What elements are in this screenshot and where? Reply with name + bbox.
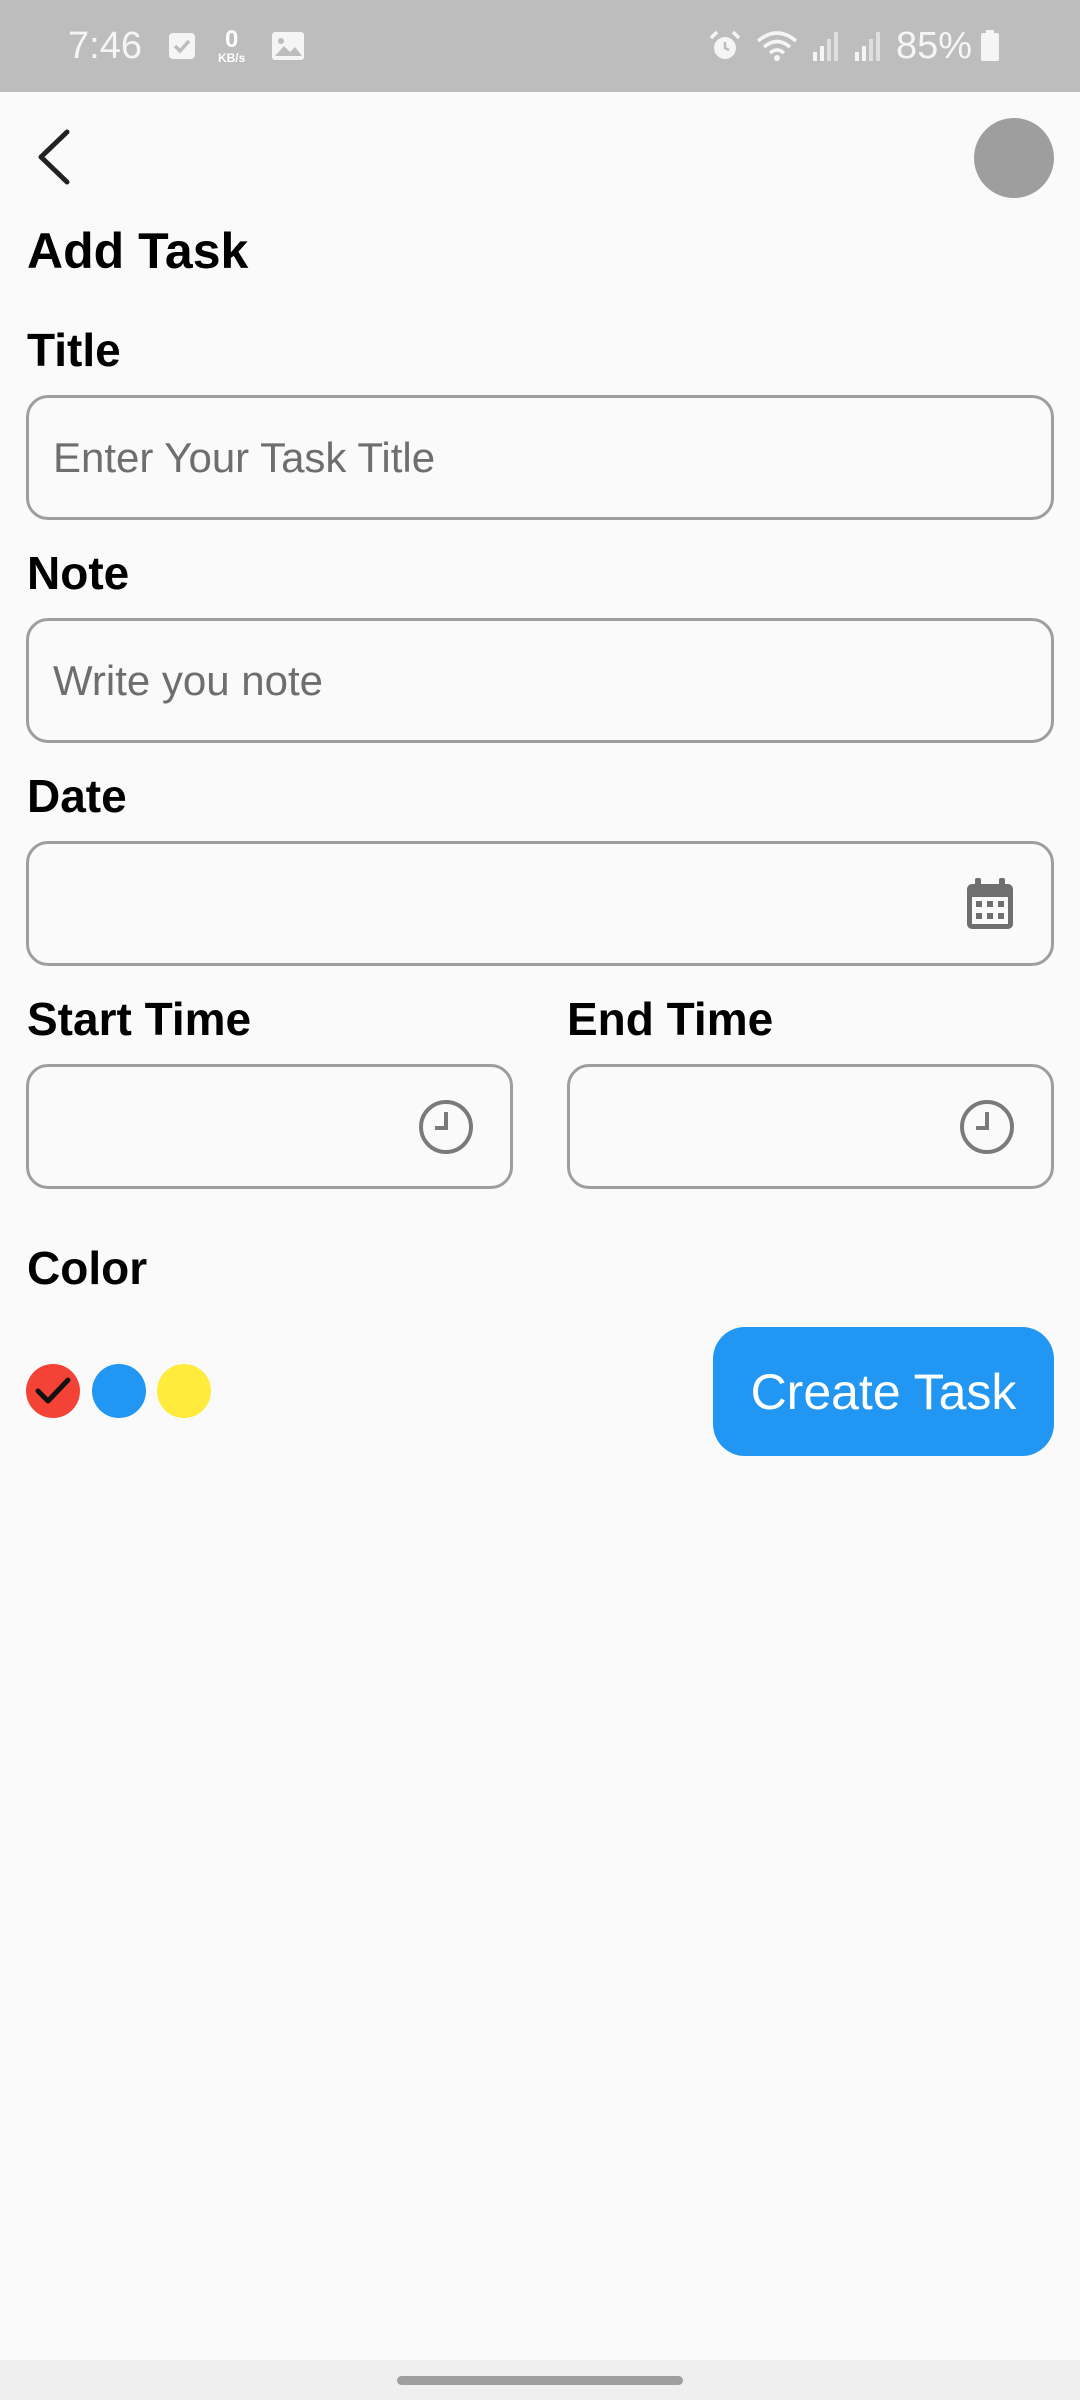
color-swatch-blue[interactable] (92, 1364, 146, 1418)
status-time: 7:46 (68, 24, 142, 67)
title-label: Title (27, 324, 121, 376)
start-time-field[interactable] (26, 1064, 513, 1189)
gallery-icon (271, 31, 305, 61)
network-speed-unit: KB/s (217, 51, 246, 65)
color-swatch-red[interactable] (26, 1364, 80, 1418)
date-label: Date (27, 770, 127, 822)
signal-icon (854, 30, 882, 62)
note-input[interactable] (29, 621, 1051, 740)
home-indicator[interactable] (397, 2376, 683, 2385)
start-time-label: Start Time (27, 993, 252, 1045)
date-field[interactable] (26, 841, 1054, 966)
avatar[interactable] (974, 118, 1054, 198)
back-button[interactable] (18, 118, 88, 196)
network-speed: 0 KB/s (217, 26, 246, 65)
status-bar: 7:46 0 KB/s 85% (0, 0, 1080, 92)
note-label: Note (27, 547, 130, 599)
battery-icon (980, 30, 1000, 62)
chevron-left-icon (38, 129, 70, 185)
network-speed-value: 0 (224, 26, 239, 53)
page-title: Add Task (27, 223, 249, 279)
battery-percentage: 85% (895, 24, 972, 67)
wifi-icon (756, 29, 798, 63)
title-field[interactable] (26, 395, 1054, 520)
color-swatch-yellow[interactable] (157, 1364, 211, 1418)
checkmark-icon (35, 1377, 71, 1404)
clock-icon[interactable] (959, 1099, 1015, 1155)
color-label: Color (27, 1242, 148, 1294)
calendar-icon[interactable] (965, 877, 1015, 931)
clock-icon[interactable] (418, 1099, 474, 1155)
alarm-icon (708, 29, 742, 63)
status-right: 85% (708, 0, 1014, 92)
end-time-label: End Time (567, 993, 774, 1045)
create-task-button[interactable]: Create Task (713, 1327, 1054, 1456)
checkbox-icon (168, 32, 196, 60)
end-time-field[interactable] (567, 1064, 1054, 1189)
date-input[interactable] (29, 844, 1051, 963)
note-field[interactable] (26, 618, 1054, 743)
status-left: 7:46 0 KB/s (68, 0, 327, 92)
title-input[interactable] (29, 398, 1051, 517)
signal-icon (812, 30, 840, 62)
